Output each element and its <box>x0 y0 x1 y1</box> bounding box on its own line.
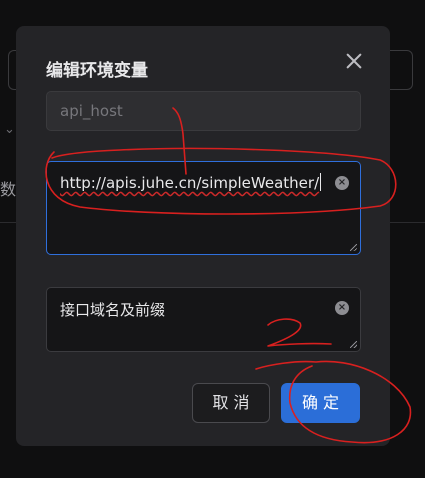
close-icon[interactable] <box>344 51 364 71</box>
variable-description-textarea[interactable]: 接口域名及前缀 × <box>46 287 361 352</box>
confirm-button[interactable]: 确 定 <box>281 383 360 423</box>
resize-handle-icon[interactable] <box>350 244 357 251</box>
resize-handle-icon[interactable] <box>350 341 357 348</box>
background-field-right <box>390 50 413 90</box>
variable-value-textarea[interactable]: http://apis.juhe.cn/simpleWeather/ × <box>46 161 361 255</box>
clear-icon[interactable]: × <box>335 301 349 315</box>
clear-icon[interactable]: × <box>335 176 349 190</box>
background-divider-right <box>390 222 425 223</box>
text-caret <box>320 173 322 191</box>
variable-name-field: api_host <box>46 91 361 131</box>
dialog-title: 编辑环境变量 <box>46 61 148 81</box>
cancel-button[interactable]: 取 消 <box>192 383 270 423</box>
chevron-down-icon: ⌄ <box>4 122 15 137</box>
variable-name-value: api_host <box>60 102 123 120</box>
background-partial-text: 数 <box>0 180 17 199</box>
edit-env-variable-dialog: 编辑环境变量 api_host http://apis.juhe.cn/simp… <box>16 26 390 446</box>
variable-value-text: http://apis.juhe.cn/simpleWeather/ <box>60 173 322 192</box>
variable-description-text: 接口域名及前缀 <box>60 301 166 319</box>
